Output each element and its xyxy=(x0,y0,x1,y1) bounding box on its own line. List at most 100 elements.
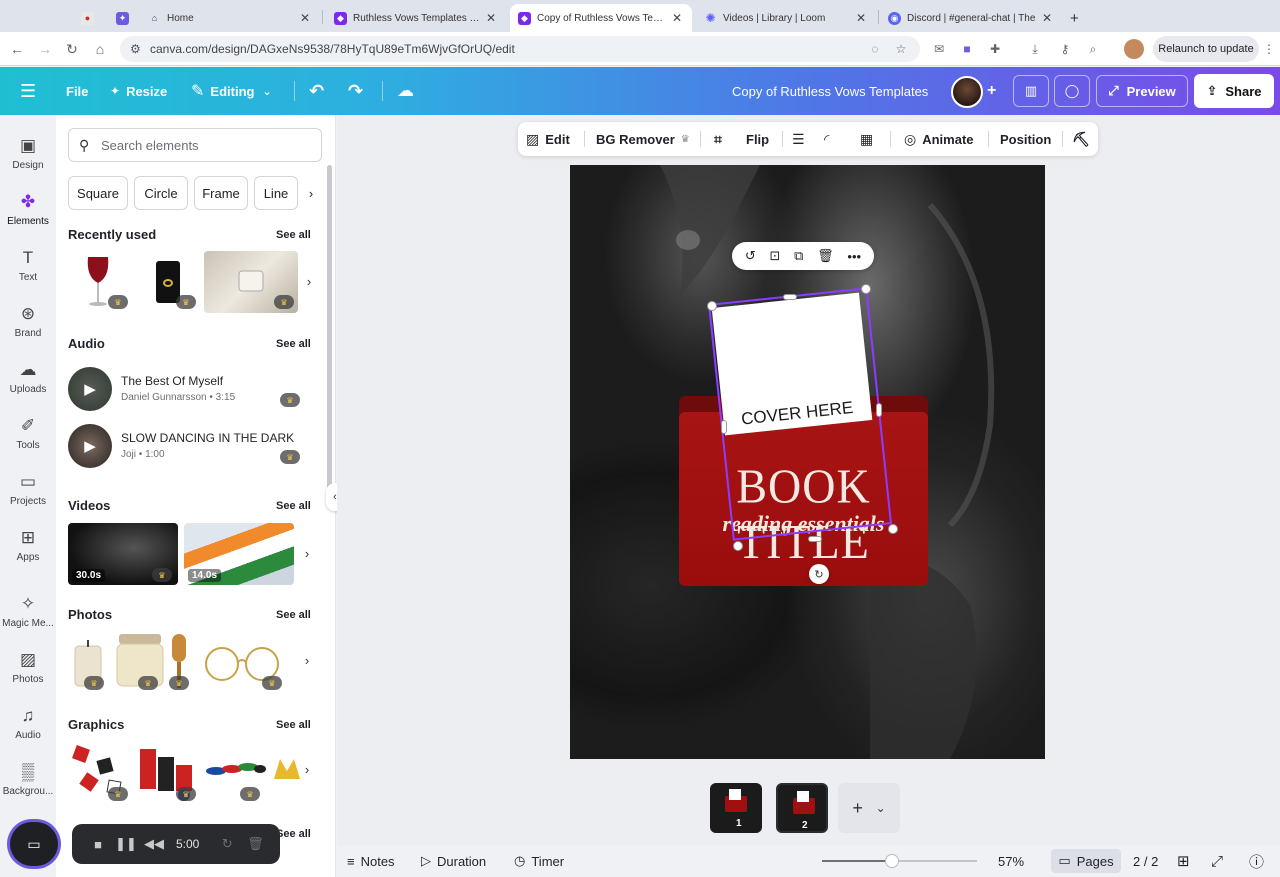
main-menu-button[interactable]: ☰ xyxy=(20,67,36,115)
rail-item-elements[interactable]: ✤ Elements xyxy=(0,183,56,235)
rewind-icon[interactable]: ◀◀ xyxy=(140,836,168,852)
rail-item-background[interactable]: ▒ Backgrou... xyxy=(0,753,56,805)
play-icon[interactable]: ▶ xyxy=(68,424,112,468)
page-thumbnail-2[interactable]: 2 xyxy=(776,783,828,833)
chip-square[interactable]: Square xyxy=(68,176,128,210)
close-icon[interactable]: ✕ xyxy=(854,11,868,25)
url-field[interactable]: ⚙ canva.com/design/DAGxeNs9538/78HyTqU89… xyxy=(120,36,920,62)
duration-button[interactable]: ▷ Duration xyxy=(421,845,486,877)
rail-item-magic-media[interactable]: ✧ Magic Me... xyxy=(0,585,56,637)
tab-recording[interactable]: ● xyxy=(76,4,100,32)
close-icon[interactable]: ✕ xyxy=(484,11,498,25)
restart-icon[interactable]: ↻ xyxy=(213,836,241,852)
document-title[interactable]: Copy of Ruthless Vows Templates xyxy=(732,67,928,115)
help-button[interactable]: ⓘ xyxy=(1249,845,1264,877)
kebab-menu-icon[interactable]: ⋮ xyxy=(1260,40,1278,58)
rail-item-design[interactable]: ▣ Design xyxy=(0,127,56,179)
flip-button[interactable]: Flip xyxy=(746,122,769,156)
timer-button[interactable]: ◷ Timer xyxy=(514,845,564,877)
tab-discord[interactable]: ◉ Discord | #general-chat | The ✕ xyxy=(880,4,1062,32)
chevron-down-icon[interactable]: ⌄ xyxy=(876,801,886,815)
rail-item-uploads[interactable]: ☁ Uploads xyxy=(0,351,56,403)
photo-glasses[interactable]: ♛ xyxy=(196,630,290,692)
preview-button[interactable]: ⤢ Preview xyxy=(1096,75,1188,107)
audio-item[interactable]: ▶ SLOW DANCING IN THE DARK Joji • 1:00 ♛ xyxy=(68,424,308,468)
videos-see-all[interactable]: See all xyxy=(276,500,311,512)
rail-item-tools[interactable]: ✐ Tools xyxy=(0,407,56,459)
comment-add-icon[interactable]: ↺ xyxy=(745,248,756,264)
graphics-next-button[interactable]: › xyxy=(300,739,314,799)
page-thumbnail-1[interactable]: 1 xyxy=(710,783,762,833)
rail-item-projects[interactable]: ▭ Projects xyxy=(0,463,56,515)
transparency-button[interactable]: ▦ xyxy=(860,122,879,156)
resize-handle[interactable] xyxy=(808,536,822,542)
corner-rounding-button[interactable]: ◜ xyxy=(824,122,835,156)
camera-bubble-button[interactable]: ▭ xyxy=(10,822,58,866)
file-menu[interactable]: File xyxy=(66,67,88,115)
rail-item-text[interactable]: T Text xyxy=(0,239,56,291)
photos-see-all[interactable]: See all xyxy=(276,609,311,621)
bookmark-star-icon[interactable]: ☆ xyxy=(892,40,910,58)
zoom-slider-handle[interactable] xyxy=(884,854,899,868)
graphic-dice[interactable]: ♛ xyxy=(68,739,130,803)
video-thumb[interactable]: 30.0s ♛ xyxy=(68,523,178,585)
rotate-handle[interactable]: ↻ xyxy=(809,564,829,584)
element-wine-glass[interactable]: ♛ xyxy=(68,251,130,313)
element-ring-photo[interactable]: ♛ xyxy=(204,251,298,313)
stop-icon[interactable]: ■ xyxy=(84,837,112,852)
rail-item-photos[interactable]: ▨ Photos xyxy=(0,641,56,693)
lock-icon[interactable]: ⊡ xyxy=(770,248,781,264)
tab-copy-ruthless-vows[interactable]: ◆ Copy of Ruthless Vows Temp ✕ xyxy=(510,4,692,32)
position-button[interactable]: Position xyxy=(1000,122,1051,156)
rail-item-audio[interactable]: ♫ Audio xyxy=(0,697,56,749)
notes-button[interactable]: ≡ Notes xyxy=(347,845,395,877)
redo-button[interactable]: ↷ xyxy=(348,67,363,115)
trash-icon[interactable]: 🗑 xyxy=(241,836,269,852)
close-icon[interactable]: ✕ xyxy=(670,11,684,25)
resize-handle[interactable] xyxy=(861,284,871,294)
back-button[interactable]: ← xyxy=(7,39,27,59)
tab-ruthless-vows[interactable]: ◆ Ruthless Vows Templates - In ✕ xyxy=(326,4,506,32)
extension-icon[interactable]: ■ xyxy=(958,40,976,58)
panel-scrollbar[interactable] xyxy=(327,165,332,495)
graphic-chips-row[interactable]: ♛ xyxy=(204,739,266,803)
cloud-save-button[interactable]: ☁ xyxy=(397,67,414,115)
play-icon[interactable]: ▶ xyxy=(68,367,112,411)
tab-home[interactable]: ⌂ Home ✕ xyxy=(140,4,320,32)
resize-handle[interactable] xyxy=(707,301,717,311)
comments-button[interactable]: ◯ xyxy=(1054,75,1090,107)
chip-circle[interactable]: Circle xyxy=(134,176,188,210)
download-icon[interactable]: ⤓ xyxy=(1026,40,1044,58)
photos-next-button[interactable]: › xyxy=(300,630,314,690)
site-info-icon[interactable]: ⚙ xyxy=(130,42,141,56)
photo-candle[interactable]: ♛ xyxy=(68,630,108,692)
bg-remover-button[interactable]: BG Remover ♛ xyxy=(596,122,690,156)
resize-handle[interactable] xyxy=(876,403,882,417)
collaborator-avatar[interactable] xyxy=(951,76,983,108)
audio-see-all[interactable]: See all xyxy=(276,338,311,350)
mail-icon[interactable]: ✉ xyxy=(930,40,948,58)
search-tab-icon[interactable]: ⌕ xyxy=(1084,40,1102,58)
graphic-poker-chips[interactable]: ♛ xyxy=(136,739,198,803)
add-page-button[interactable]: + ⌄ xyxy=(838,783,900,833)
recently-used-see-all[interactable]: See all xyxy=(276,229,311,241)
zoom-slider[interactable] xyxy=(822,860,977,862)
videos-next-button[interactable]: › xyxy=(300,523,314,583)
crop-button[interactable]: ⌗ xyxy=(714,122,728,156)
border-style-button[interactable]: ☰ xyxy=(792,122,811,156)
chip-frame[interactable]: Frame xyxy=(194,176,248,210)
relaunch-button[interactable]: Relaunch to update xyxy=(1153,36,1259,62)
more-see-all[interactable]: See all xyxy=(276,828,311,840)
puzzle-icon[interactable]: ✚ xyxy=(986,40,1004,58)
more-options-icon[interactable]: ••• xyxy=(847,249,861,264)
key-icon[interactable]: ⚷ xyxy=(1056,40,1074,58)
photo-brush[interactable]: ♛ xyxy=(168,630,190,692)
duplicate-icon[interactable]: ⧉ xyxy=(794,248,803,264)
chip-line[interactable]: Line xyxy=(254,176,298,210)
rail-item-brand[interactable]: ⊛ Brand xyxy=(0,295,56,347)
fullscreen-button[interactable]: ⤢ xyxy=(1211,845,1223,877)
insights-button[interactable]: ▥ xyxy=(1013,75,1049,107)
resize-button[interactable]: ✦ Resize xyxy=(110,67,167,115)
forward-button[interactable]: → xyxy=(35,39,55,59)
rail-item-apps[interactable]: ⊞ Apps xyxy=(0,519,56,571)
